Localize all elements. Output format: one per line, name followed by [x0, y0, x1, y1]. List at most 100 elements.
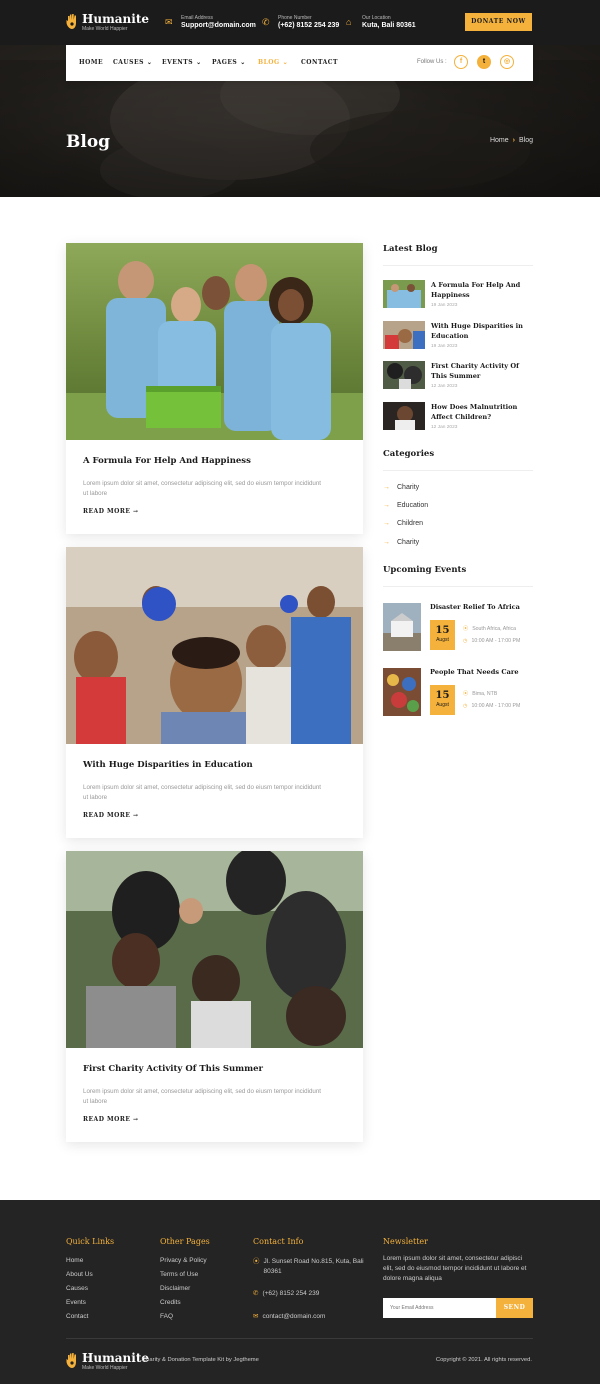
- home-icon: ⌂: [346, 17, 352, 27]
- post-title[interactable]: A Formula For Help And Happiness: [83, 456, 251, 466]
- hand-logo-icon: [66, 1353, 76, 1368]
- event-location: ⦿ Bima, NTB: [463, 691, 498, 697]
- location-info: ⌂ Our Location Kuta, Bali 80361: [346, 15, 416, 31]
- nav-home[interactable]: HOME: [79, 45, 103, 81]
- read-more-link[interactable]: READ MORE →: [83, 508, 139, 515]
- read-more-link[interactable]: READ MORE →: [83, 1116, 139, 1123]
- donate-button[interactable]: DONATE NOW: [465, 13, 532, 31]
- category-item[interactable]: → Charity: [383, 484, 419, 491]
- brand-tagline: Make World Happier: [82, 26, 128, 32]
- event-item[interactable]: People That Needs Care 15 Augst ⦿ Bima, N…: [383, 668, 533, 716]
- mail-icon: ✉: [165, 17, 173, 27]
- latest-blog-item[interactable]: A Formula For Help And Happiness 19 Jan …: [383, 280, 533, 310]
- footer-logo[interactable]: Humanite Make World Happier: [66, 1352, 149, 1371]
- page-title: Blog: [66, 132, 111, 152]
- category-item[interactable]: → Charity: [383, 539, 419, 546]
- footer-link[interactable]: FAQ: [160, 1313, 173, 1320]
- other-pages-heading: Other Pages: [160, 1237, 210, 1246]
- chevron-down-icon: ⌄: [196, 59, 202, 66]
- blog-post-card: First Charity Activity Of This Summer Lo…: [66, 851, 363, 1142]
- footer-link[interactable]: About Us: [66, 1271, 93, 1278]
- footer-email[interactable]: ✉ contact@domain.com: [253, 1312, 325, 1320]
- map-pin-icon: ⦿: [253, 1258, 260, 1265]
- latest-blog-title[interactable]: A Formula For Help And Happiness: [431, 280, 535, 300]
- event-location: ⦿ South Africa, Africa: [463, 626, 517, 632]
- event-time: ◷ 10:00 AM - 17:00 PM: [463, 638, 521, 644]
- post-title[interactable]: First Charity Activity Of This Summer: [83, 1064, 263, 1074]
- blog-post-card: With Huge Disparities in Education Lorem…: [66, 547, 363, 838]
- phone-value[interactable]: (+62) 8152 254 239: [278, 21, 339, 31]
- footer-link[interactable]: Causes: [66, 1285, 88, 1292]
- breadcrumb: Home › Blog: [490, 137, 533, 144]
- post-image[interactable]: [66, 851, 363, 1048]
- upcoming-events-heading: Upcoming Events: [383, 565, 467, 575]
- latest-blog-title[interactable]: First Charity Activity Of This Summer: [431, 361, 535, 381]
- footer-phone[interactable]: ✆ (+62) 8152 254 239: [253, 1289, 319, 1297]
- volunteers-photo: [66, 243, 363, 440]
- latest-blog-date: 12 Jan 2023: [431, 384, 458, 389]
- nav-pages[interactable]: PAGES ⌄: [212, 45, 246, 81]
- map-pin-icon: ⦿: [463, 691, 469, 697]
- event-item[interactable]: Disaster Relief To Africa 15 Augst ⦿ Sout…: [383, 603, 533, 651]
- main-nav: HOME CAUSES ⌄ EVENTS ⌄ PAGES ⌄ BLOG ⌄ CONTAC…: [66, 45, 533, 81]
- email-value[interactable]: Support@domain.com: [181, 21, 256, 31]
- nav-contact[interactable]: CONTACT: [301, 45, 338, 81]
- latest-blog-item[interactable]: With Huge Disparities in Education 19 Ja…: [383, 321, 533, 351]
- read-more-link[interactable]: READ MORE →: [83, 812, 139, 819]
- footer-link[interactable]: Privacy & Policy: [160, 1257, 207, 1264]
- brand-logo[interactable]: Humanite Make World Happier: [66, 13, 149, 32]
- post-image[interactable]: [66, 547, 363, 744]
- newsletter-email-input[interactable]: [383, 1298, 496, 1318]
- phone-icon: ✆: [262, 17, 270, 27]
- instagram-icon[interactable]: ◎: [500, 55, 514, 69]
- footer-link[interactable]: Disclaimer: [160, 1285, 190, 1292]
- breadcrumb-home[interactable]: Home: [490, 137, 509, 144]
- phone-icon: ✆: [253, 1290, 259, 1297]
- category-item[interactable]: → Children: [383, 520, 423, 527]
- event-title[interactable]: People That Needs Care: [430, 668, 519, 676]
- facebook-icon[interactable]: f: [454, 55, 468, 69]
- copyright: Copyright © 2021. All rights reserved.: [435, 1357, 532, 1363]
- divider: [383, 470, 533, 471]
- arrow-right-icon: →: [133, 508, 139, 515]
- charity-activity-photo: [66, 851, 363, 1048]
- nav-blog[interactable]: BLOG ⌄: [258, 45, 288, 81]
- send-button[interactable]: SEND: [496, 1298, 533, 1318]
- post-image[interactable]: [66, 243, 363, 440]
- footer-link[interactable]: Credits: [160, 1299, 181, 1306]
- phone-info: ✆ Phone Number (+62) 8152 254 239: [262, 15, 339, 31]
- latest-blog-item[interactable]: How Does Malnutrition Affect Children? 1…: [383, 402, 533, 432]
- latest-blog-date: 19 Jan 2023: [431, 344, 458, 349]
- chevron-down-icon: ⌄: [240, 59, 246, 66]
- breadcrumb-current: Blog: [518, 137, 533, 144]
- arrow-right-icon: →: [133, 1116, 139, 1123]
- post-thumbnail: [383, 402, 425, 430]
- event-thumbnail: [383, 668, 421, 716]
- nav-events[interactable]: EVENTS ⌄: [162, 45, 202, 81]
- footer-link[interactable]: Events: [66, 1299, 86, 1306]
- footer-link[interactable]: Home: [66, 1257, 83, 1264]
- brand-name: Humanite: [82, 12, 149, 26]
- clock-icon: ◷: [463, 703, 468, 709]
- event-title[interactable]: Disaster Relief To Africa: [430, 603, 520, 611]
- event-date-badge: 15 Augst: [430, 685, 455, 715]
- post-title[interactable]: With Huge Disparities in Education: [83, 760, 253, 770]
- latest-blog-date: 19 Jan 2023: [431, 303, 458, 308]
- nav-causes[interactable]: CAUSES ⌄: [113, 45, 152, 81]
- divider: [383, 586, 533, 587]
- post-thumbnail: [383, 321, 425, 349]
- event-time: ◷ 10:00 AM - 17:00 PM: [463, 703, 521, 709]
- top-bar: Humanite Make World Happier ✉ Email Addr…: [0, 0, 600, 45]
- footer-link[interactable]: Terms of Use: [160, 1271, 198, 1278]
- post-thumbnail: [383, 361, 425, 389]
- chevron-right-icon: ›: [512, 137, 515, 144]
- twitter-icon[interactable]: t: [477, 55, 491, 69]
- mail-icon: ✉: [253, 1313, 259, 1320]
- footer-link[interactable]: Contact: [66, 1313, 88, 1320]
- newsletter-description: Lorem ipsum dolor sit amet, consectetur …: [383, 1255, 527, 1282]
- brand-tagline: Make World Happier: [82, 1365, 128, 1371]
- latest-blog-item[interactable]: First Charity Activity Of This Summer 12…: [383, 361, 533, 391]
- latest-blog-title[interactable]: How Does Malnutrition Affect Children?: [431, 402, 535, 422]
- category-item[interactable]: → Education: [383, 502, 428, 509]
- latest-blog-title[interactable]: With Huge Disparities in Education: [431, 321, 535, 341]
